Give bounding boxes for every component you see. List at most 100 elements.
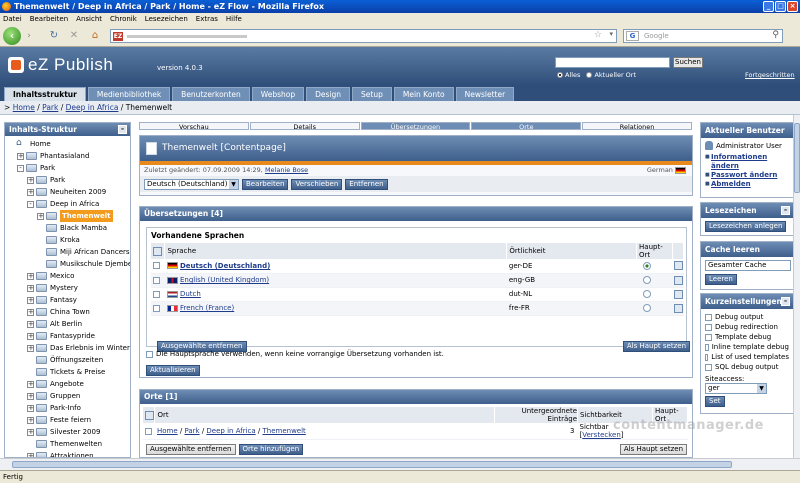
tree-item-label[interactable]: Deep in Africa bbox=[50, 198, 99, 210]
expand-icon[interactable]: + bbox=[27, 285, 34, 292]
tree-item[interactable]: + Fantasy bbox=[5, 294, 130, 306]
language-link[interactable]: English (United Kingdom) bbox=[180, 276, 269, 284]
tree-item-label[interactable]: Angebote bbox=[50, 378, 84, 390]
minimize-button[interactable]: _ bbox=[763, 1, 774, 12]
quick-setting-checkbox[interactable] bbox=[705, 343, 709, 351]
tree-item[interactable]: Themenwelten bbox=[5, 438, 130, 450]
tree-item[interactable]: + Silvester 2009 bbox=[5, 426, 130, 438]
main-language-radio[interactable] bbox=[642, 261, 651, 270]
edit-button[interactable]: Bearbeiten bbox=[242, 178, 289, 190]
menu-hilfe[interactable]: Hilfe bbox=[226, 15, 242, 23]
viewtab-relationen[interactable]: Relationen bbox=[582, 122, 692, 131]
close-window-button[interactable]: × bbox=[787, 1, 798, 12]
collapse-icon[interactable]: - bbox=[118, 125, 127, 134]
tree-item-label[interactable]: Park bbox=[50, 174, 65, 186]
viewtab-vorschau[interactable]: Vorschau bbox=[139, 122, 249, 131]
tree-item-label[interactable]: Themenwelt bbox=[60, 210, 113, 222]
tree-item-label[interactable]: Themenwelten bbox=[50, 438, 102, 450]
viewtab-orte[interactable]: Orte bbox=[471, 122, 582, 131]
tree-item-label[interactable]: China Town bbox=[50, 306, 90, 318]
back-button[interactable]: ‹ bbox=[3, 27, 21, 45]
home-icon[interactable]: ⌂ bbox=[89, 30, 101, 42]
tree-item-label[interactable]: Fantasy bbox=[50, 294, 77, 306]
tree-item-label[interactable]: Attraktionen bbox=[50, 450, 94, 457]
change-password-link[interactable]: Passwort ändern bbox=[705, 171, 789, 180]
tree-item-label[interactable]: Miji African Dancers bbox=[60, 246, 130, 258]
toggle-selection-icon[interactable] bbox=[145, 410, 154, 420]
expand-icon[interactable]: + bbox=[37, 213, 44, 220]
tree-item-label[interactable]: Fantasypride bbox=[50, 330, 95, 342]
add-locations-button[interactable]: Orte hinzufügen bbox=[238, 444, 304, 455]
main-language-radio[interactable] bbox=[642, 276, 651, 284]
vertical-scroll-thumb[interactable] bbox=[794, 123, 800, 193]
tree-item[interactable]: + Neuheiten 2009 bbox=[5, 186, 130, 198]
google-icon[interactable]: G bbox=[626, 31, 639, 41]
change-info-link[interactable]: Informationen ändern bbox=[705, 153, 789, 171]
language-link[interactable]: French (France) bbox=[180, 304, 234, 312]
tree-item[interactable]: Öffnungszeiten bbox=[5, 354, 130, 366]
tree-item[interactable]: + Fantasypride bbox=[5, 330, 130, 342]
ez-search-button[interactable]: Suchen bbox=[673, 57, 703, 68]
select-all-locations[interactable] bbox=[143, 407, 156, 423]
tree-item[interactable]: Black Mamba bbox=[5, 222, 130, 234]
tree-item[interactable]: Musikschule Djembe bbox=[5, 258, 130, 270]
expand-icon[interactable]: + bbox=[27, 321, 34, 328]
tree-item-label[interactable]: Kroka bbox=[60, 234, 80, 246]
tab-newsletter[interactable]: Newsletter bbox=[455, 87, 515, 101]
tree-item-label[interactable]: Park-Info bbox=[50, 402, 81, 414]
expand-icon[interactable]: + bbox=[27, 333, 34, 340]
tree-item-label[interactable]: Musikschule Djembe bbox=[60, 258, 130, 270]
tree-item[interactable]: - Park bbox=[5, 162, 130, 174]
quick-setting-checkbox[interactable] bbox=[705, 313, 712, 321]
radio-current-location[interactable]: Aktueller Ort bbox=[586, 71, 636, 79]
expand-icon[interactable]: + bbox=[27, 381, 34, 388]
tree-item-label[interactable]: Silvester 2009 bbox=[50, 426, 100, 438]
advanced-search-link[interactable]: Fortgeschritten bbox=[745, 71, 795, 79]
edit-translation-icon[interactable] bbox=[674, 261, 684, 271]
main-language-radio[interactable] bbox=[642, 290, 651, 298]
tree-item[interactable]: + Alt Berlin bbox=[5, 318, 130, 330]
tree-item[interactable]: + China Town bbox=[5, 306, 130, 318]
quick-setting-checkbox[interactable] bbox=[705, 353, 709, 361]
tree-item-label[interactable]: Tickets & Preise bbox=[50, 366, 105, 378]
select-all-header[interactable] bbox=[151, 243, 166, 259]
default-language-checkbox[interactable] bbox=[146, 350, 153, 358]
tree-item[interactable]: ⌂ Home bbox=[5, 138, 130, 150]
menu-ansicht[interactable]: Ansicht bbox=[76, 15, 102, 23]
tree-item[interactable]: + Mexico bbox=[5, 270, 130, 282]
menu-bearbeiten[interactable]: Bearbeiten bbox=[30, 15, 68, 23]
main-language-radio[interactable] bbox=[642, 304, 651, 312]
bookmark-star-icon[interactable]: ☆ bbox=[594, 30, 602, 40]
language-checkbox[interactable] bbox=[153, 276, 160, 284]
address-bar[interactable]: EZ ☆ ▾ bbox=[110, 29, 617, 43]
tree-item-label[interactable]: Park bbox=[40, 162, 55, 174]
vertical-scrollbar[interactable] bbox=[793, 115, 800, 458]
tree-item[interactable]: + Attraktionen bbox=[5, 450, 130, 457]
tab-inhaltsstruktur[interactable]: Inhaltsstruktur bbox=[4, 87, 86, 101]
tree-item-label[interactable]: Das Erlebnis im Winter bbox=[50, 342, 130, 354]
tree-item[interactable]: + Mystery bbox=[5, 282, 130, 294]
quick-setting-checkbox[interactable] bbox=[705, 363, 712, 371]
tab-design[interactable]: Design bbox=[306, 87, 351, 101]
set-main-translation-button[interactable]: Als Haupt setzen bbox=[622, 341, 690, 352]
tab-benutzerkonten[interactable]: Benutzerkonten bbox=[172, 87, 250, 101]
edit-translation-icon[interactable] bbox=[674, 275, 684, 285]
collapse-icon[interactable]: - bbox=[17, 165, 24, 172]
edit-translation-icon[interactable] bbox=[674, 303, 684, 313]
radio-all[interactable]: Alles bbox=[557, 71, 580, 79]
language-checkbox[interactable] bbox=[153, 262, 160, 270]
breadcrumb-park[interactable]: Park bbox=[42, 103, 58, 112]
search-icon[interactable]: ⚲ bbox=[772, 30, 779, 40]
location-checkbox[interactable] bbox=[145, 427, 152, 435]
logout-link[interactable]: Abmelden bbox=[705, 180, 789, 189]
expand-icon[interactable]: + bbox=[27, 189, 34, 196]
horizontal-scroll-thumb[interactable] bbox=[12, 461, 732, 468]
tree-item[interactable]: + Das Erlebnis im Winter bbox=[5, 342, 130, 354]
tree-item-label[interactable]: Feste feiern bbox=[50, 414, 91, 426]
tree-item-label[interactable]: Gruppen bbox=[50, 390, 80, 402]
update-button[interactable]: Aktualisieren bbox=[146, 365, 200, 376]
browser-search-box[interactable]: G Google ⚲ bbox=[623, 29, 783, 43]
location-path-park[interactable]: Park bbox=[184, 427, 199, 435]
tree-item-label[interactable]: Phantasialand bbox=[40, 150, 89, 162]
tab-setup[interactable]: Setup bbox=[352, 87, 392, 101]
